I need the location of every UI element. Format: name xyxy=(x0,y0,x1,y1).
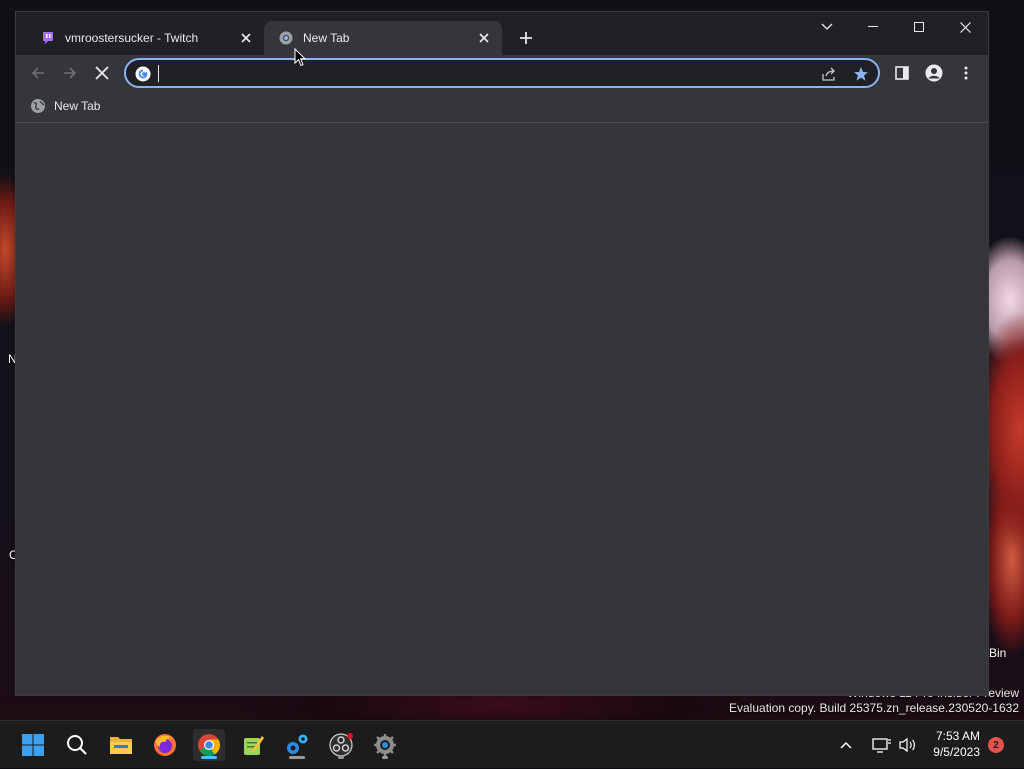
running-app-indicator xyxy=(289,756,305,759)
notepad-icon[interactable] xyxy=(237,729,269,761)
clock-time: 7:53 AM xyxy=(935,729,980,743)
tab-strip: vmroostersucker - Twitch New Tab xyxy=(16,12,988,55)
toolbar xyxy=(16,55,988,91)
page-content[interactable] xyxy=(16,123,988,695)
notification-badge[interactable]: 2 xyxy=(988,737,1004,753)
active-app-indicator xyxy=(201,756,217,759)
taskbar: 7:53 AM 9/5/2023 2 xyxy=(0,720,1024,768)
bookmark-label: New Tab xyxy=(54,99,101,113)
back-button[interactable] xyxy=(26,61,50,85)
share-icon[interactable] xyxy=(820,65,838,83)
settings-icon[interactable] xyxy=(369,729,401,761)
mouse-cursor-icon xyxy=(294,47,307,72)
tab-twitch[interactable]: vmroostersucker - Twitch xyxy=(26,21,264,55)
close-tab-icon[interactable] xyxy=(238,30,254,46)
stop-loading-button[interactable] xyxy=(90,61,114,85)
close-window-button[interactable] xyxy=(942,12,988,42)
obs-icon[interactable] xyxy=(325,729,357,761)
chrome-window: vmroostersucker - Twitch New Tab New Tab xyxy=(15,11,989,696)
clock[interactable]: 7:53 AM 9/5/2023 xyxy=(933,728,980,760)
network-icon[interactable] xyxy=(872,721,892,769)
menu-dots-icon[interactable] xyxy=(954,61,978,85)
settings-gear-icon[interactable] xyxy=(281,729,313,761)
close-tab-icon[interactable] xyxy=(476,30,492,46)
side-panel-icon[interactable] xyxy=(890,61,914,85)
watermark-build: Evaluation copy. Build 25375.zn_release.… xyxy=(729,701,1019,715)
bookmark-star-icon[interactable] xyxy=(852,65,870,83)
volume-icon[interactable] xyxy=(898,721,918,769)
recycle-bin-label[interactable]: Bin xyxy=(989,646,1006,660)
twitch-icon xyxy=(40,30,56,46)
bookmark-new-tab[interactable]: New Tab xyxy=(30,98,100,114)
new-tab-button[interactable] xyxy=(514,27,538,51)
clock-date: 9/5/2023 xyxy=(933,745,980,759)
tab-title: vmroostersucker - Twitch xyxy=(65,31,199,45)
globe-icon xyxy=(30,98,46,114)
bookmarks-bar: New Tab xyxy=(16,91,988,123)
forward-button[interactable] xyxy=(58,61,82,85)
tab-title: New Tab xyxy=(303,31,350,45)
windows-start-icon[interactable] xyxy=(17,729,49,761)
minimize-button[interactable] xyxy=(850,12,896,42)
chrome-icon xyxy=(278,30,294,46)
address-bar[interactable] xyxy=(124,58,880,88)
maximize-button[interactable] xyxy=(896,12,942,42)
address-input[interactable] xyxy=(158,64,798,82)
google-icon xyxy=(134,65,152,83)
running-app-indicator xyxy=(382,756,388,759)
chrome-taskbar-icon[interactable] xyxy=(193,729,225,761)
running-app-indicator xyxy=(338,756,344,759)
search-icon[interactable] xyxy=(61,729,93,761)
firefox-icon[interactable] xyxy=(149,729,181,761)
profile-icon[interactable] xyxy=(922,61,946,85)
file-explorer-icon[interactable] xyxy=(105,729,137,761)
text-caret xyxy=(158,65,159,82)
show-hidden-icons-chevron-icon[interactable] xyxy=(840,721,852,769)
tab-search-chevron-icon[interactable] xyxy=(804,12,850,42)
